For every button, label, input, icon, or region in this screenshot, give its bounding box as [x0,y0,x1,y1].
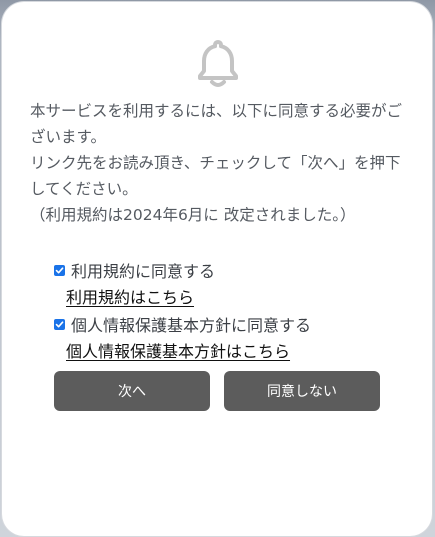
privacy-link[interactable]: 個人情報保護基本方針はこちら [66,338,290,362]
bell-icon [198,40,238,87]
checkmark-icon [55,266,64,273]
consent-message: 本サービスを利用するには、以下に同意する必要がございます。 リンク先をお読み頂き… [30,98,415,228]
terms-checkbox[interactable] [54,264,65,276]
message-line: （利用規約は2024年6月に 改定されました。） [30,206,356,224]
privacy-consent: 個人情報保護基本方針に同意する 個人情報保護基本方針はこちら [52,312,412,362]
message-line: リンク先をお読み頂き、チェックして「次へ」を押下してください。 [30,154,401,198]
terms-consent: 利用規約に同意する 利用規約はこちら [52,258,412,308]
privacy-checkbox[interactable] [54,318,65,330]
message-line: 本サービスを利用するには、以下に同意する必要がございます。 [30,102,403,146]
terms-link[interactable]: 利用規約はこちら [66,284,194,308]
consent-dialog: 本サービスを利用するには、以下に同意する必要がございます。 リンク先をお読み頂き… [2,2,432,536]
decline-button[interactable]: 同意しない [224,371,380,411]
next-button[interactable]: 次へ [54,371,210,411]
terms-checkbox-row[interactable]: 利用規約に同意する [52,258,412,282]
checkmark-icon [55,320,64,327]
privacy-consent-label: 個人情報保護基本方針に同意する [71,316,312,335]
privacy-checkbox-row[interactable]: 個人情報保護基本方針に同意する [52,312,412,336]
terms-consent-label: 利用規約に同意する [71,262,216,281]
